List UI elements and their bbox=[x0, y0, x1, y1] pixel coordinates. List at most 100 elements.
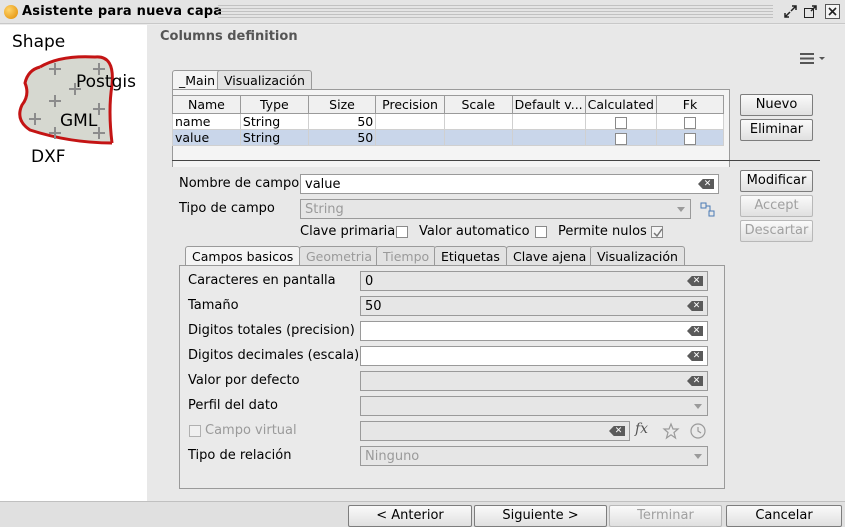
clear-icon[interactable]: ✕ bbox=[698, 179, 714, 189]
close-icon[interactable] bbox=[825, 4, 840, 19]
cancelar-button[interactable]: Cancelar bbox=[726, 505, 842, 527]
anterior-button[interactable]: < Anterior bbox=[348, 505, 472, 527]
chevron-down-icon bbox=[677, 207, 685, 212]
table-row[interactable]: name String 50 bbox=[172, 113, 725, 130]
digitos-decimales-label: Digitos decimales (escala) bbox=[188, 348, 360, 363]
restore-icon[interactable] bbox=[783, 4, 798, 19]
cell-size[interactable]: 50 bbox=[307, 129, 377, 146]
perfil-dato-label: Perfil del dato bbox=[188, 398, 278, 413]
column-header[interactable]: Default v... bbox=[511, 95, 586, 114]
maximize-icon[interactable] bbox=[803, 4, 818, 19]
column-header[interactable]: Precision bbox=[375, 95, 445, 114]
valor-defecto-input[interactable]: ✕ bbox=[360, 371, 708, 391]
clear-icon[interactable]: ✕ bbox=[687, 351, 703, 361]
caracteres-input[interactable]: 0 ✕ bbox=[360, 271, 708, 291]
column-header[interactable]: Type bbox=[239, 95, 309, 114]
clear-icon[interactable]: ✕ bbox=[687, 276, 703, 286]
function-fx-icon[interactable]: fx bbox=[635, 421, 653, 439]
digitos-decimales-input[interactable]: ✕ bbox=[360, 346, 708, 366]
clear-icon[interactable]: ✕ bbox=[687, 301, 703, 311]
tab-geometria[interactable]: Geometria bbox=[299, 246, 380, 266]
cell-type[interactable]: String bbox=[239, 113, 309, 130]
valor-automatico-checkbox[interactable] bbox=[535, 226, 547, 238]
tab-main[interactable]: _Main bbox=[172, 70, 223, 90]
table-row-selected[interactable]: value String 50 bbox=[172, 129, 725, 146]
tipo-campo-select[interactable]: String bbox=[300, 199, 691, 219]
cell-default[interactable] bbox=[511, 113, 586, 130]
permite-nulos-label: Permite nulos bbox=[558, 224, 647, 239]
separator bbox=[172, 160, 820, 161]
digitos-totales-label: Digitos totales (precision) bbox=[188, 323, 355, 338]
campo-virtual-checkbox[interactable] bbox=[189, 425, 201, 437]
nombre-campo-value: value bbox=[305, 177, 341, 192]
clave-primaria-label: Clave primaria bbox=[300, 224, 396, 239]
column-header[interactable]: Calculated bbox=[584, 95, 657, 114]
column-header[interactable]: Scale bbox=[443, 95, 513, 114]
tab-visualizacion-sub[interactable]: Visualización bbox=[590, 246, 685, 266]
cell-default[interactable] bbox=[511, 129, 586, 146]
valor-defecto-label: Valor por defecto bbox=[188, 373, 300, 388]
terminar-button[interactable]: Terminar bbox=[609, 505, 722, 527]
title-bar-grip bbox=[218, 5, 773, 19]
nombre-campo-label: Nombre de campo bbox=[179, 176, 300, 191]
tamano-input[interactable]: 50 ✕ bbox=[360, 296, 708, 316]
tipo-relacion-label: Tipo de relación bbox=[188, 448, 292, 463]
accept-button[interactable]: Accept bbox=[740, 195, 813, 217]
clear-icon[interactable]: ✕ bbox=[609, 426, 625, 436]
nuevo-button[interactable]: Nuevo bbox=[740, 94, 813, 116]
tipo-campo-value: String bbox=[305, 202, 344, 217]
star-icon[interactable] bbox=[662, 422, 680, 440]
chevron-down-icon bbox=[694, 454, 702, 459]
cell-scale[interactable] bbox=[443, 113, 513, 130]
hamburger-menu-icon[interactable] bbox=[800, 52, 826, 66]
clock-icon[interactable] bbox=[689, 422, 707, 440]
permite-nulos-checkbox[interactable] bbox=[651, 226, 663, 238]
fk-checkbox[interactable] bbox=[683, 132, 696, 145]
column-header[interactable]: Size bbox=[307, 95, 377, 114]
cell-size[interactable]: 50 bbox=[307, 113, 377, 130]
cell-name[interactable]: value bbox=[172, 129, 241, 146]
tab-etiquetas[interactable]: Etiquetas bbox=[434, 246, 507, 266]
clear-icon[interactable]: ✕ bbox=[687, 326, 703, 336]
tipo-relacion-select[interactable]: Ninguno bbox=[360, 446, 708, 466]
campo-virtual-input[interactable]: ✕ bbox=[360, 421, 630, 441]
window-title: Asistente para nueva capa bbox=[22, 4, 223, 19]
campo-virtual-label: Campo virtual bbox=[205, 423, 297, 438]
tipo-campo-label: Tipo de campo bbox=[179, 201, 275, 216]
calculated-checkbox[interactable] bbox=[614, 132, 627, 145]
tipo-relacion-value: Ninguno bbox=[365, 449, 420, 464]
cell-type[interactable]: String bbox=[239, 129, 309, 146]
format-gml-label: GML bbox=[60, 111, 98, 131]
siguiente-button[interactable]: Siguiente > bbox=[474, 505, 607, 527]
column-header[interactable]: Name bbox=[172, 95, 241, 114]
format-illustration-panel: Shape Postgis GML DXF bbox=[0, 25, 147, 501]
cell-scale[interactable] bbox=[443, 129, 513, 146]
page-title: Columns definition bbox=[160, 29, 298, 44]
descartar-button[interactable]: Descartar bbox=[740, 220, 813, 242]
cell-precision[interactable] bbox=[375, 129, 445, 146]
cell-name[interactable]: name bbox=[172, 113, 241, 130]
fk-checkbox[interactable] bbox=[683, 116, 696, 129]
tamano-value: 50 bbox=[365, 299, 382, 314]
tab-campos-basicos[interactable]: Campos basicos bbox=[185, 246, 301, 266]
calculated-checkbox[interactable] bbox=[614, 116, 627, 129]
cell-precision[interactable] bbox=[375, 113, 445, 130]
tab-visualizacion[interactable]: Visualización bbox=[217, 70, 312, 90]
app-icon bbox=[4, 5, 18, 19]
field-type-selector-icon[interactable] bbox=[700, 202, 716, 218]
caracteres-label: Caracteres en pantalla bbox=[188, 273, 336, 288]
columns-table: Name Type Size Precision Scale Default v… bbox=[172, 95, 725, 146]
clave-primaria-checkbox[interactable] bbox=[396, 226, 408, 238]
eliminar-button[interactable]: Eliminar bbox=[740, 119, 813, 141]
format-postgis-label: Postgis bbox=[76, 72, 136, 92]
nombre-campo-input[interactable]: value ✕ bbox=[300, 174, 719, 194]
table-header-row: Name Type Size Precision Scale Default v… bbox=[172, 95, 725, 114]
tab-tiempo[interactable]: Tiempo bbox=[376, 246, 437, 266]
clear-icon[interactable]: ✕ bbox=[687, 376, 703, 386]
tab-clave-ajena[interactable]: Clave ajena bbox=[506, 246, 594, 266]
digitos-totales-input[interactable]: ✕ bbox=[360, 321, 708, 341]
valor-automatico-label: Valor automatico bbox=[419, 224, 530, 239]
modificar-button[interactable]: Modificar bbox=[740, 170, 813, 192]
perfil-dato-select[interactable] bbox=[360, 396, 708, 416]
column-header[interactable]: Fk bbox=[655, 95, 725, 114]
